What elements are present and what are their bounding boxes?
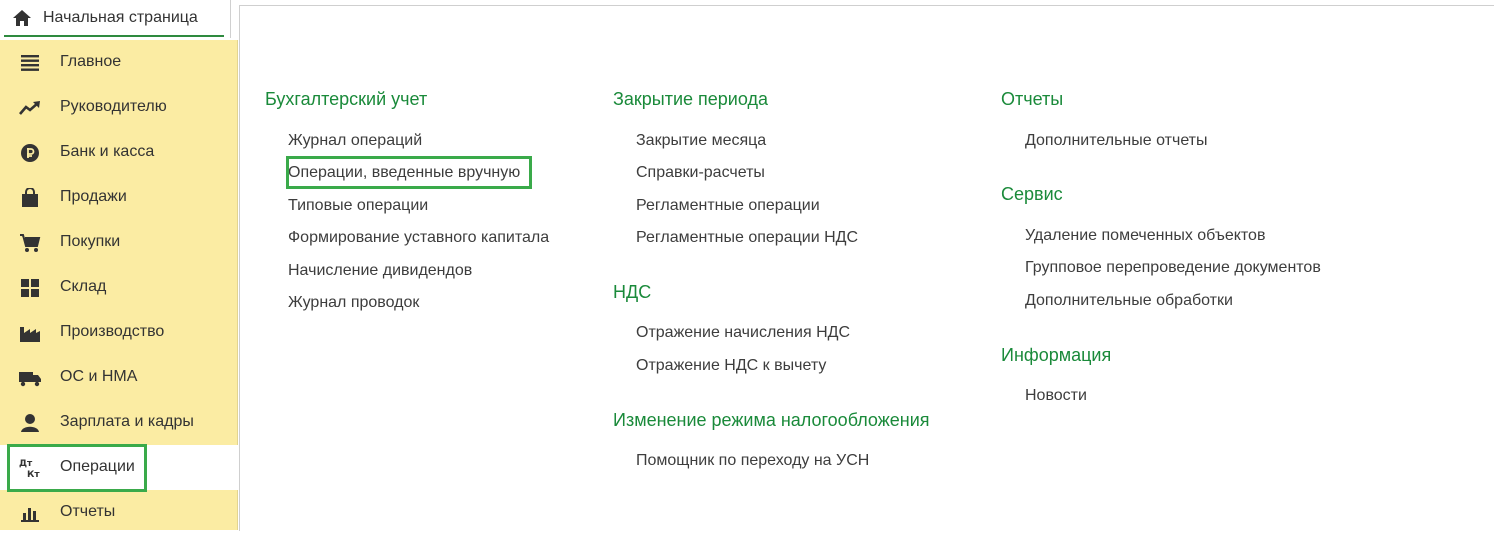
truck-icon xyxy=(18,366,42,390)
sidebar-item-manager[interactable]: Руководителю xyxy=(0,85,238,130)
menu-lines-icon xyxy=(18,51,42,75)
sidebar-item-warehouse[interactable]: Склад xyxy=(0,265,238,310)
sidebar-item-production[interactable]: Производство xyxy=(0,310,238,355)
link-standard-operations[interactable]: Типовые операции xyxy=(288,197,428,215)
sidebar-item-salary[interactable]: Зарплата и кадры xyxy=(0,400,238,445)
section-title-period-closing: Закрытие периода xyxy=(613,89,768,109)
section-title-accounting: Бухгалтерский учет xyxy=(265,89,428,109)
link-calculation-statements[interactable]: Справки-расчеты xyxy=(636,164,765,182)
link-vat-accrual[interactable]: Отражение начисления НДС xyxy=(636,324,850,342)
link-additional-processing[interactable]: Дополнительные обработки xyxy=(1025,292,1233,310)
section-title-vat: НДС xyxy=(613,282,652,302)
section-title-service: Сервис xyxy=(1001,184,1063,204)
section-title-information: Информация xyxy=(1001,345,1112,365)
cart-icon xyxy=(18,231,42,255)
sidebar-item-label: Отчеты xyxy=(60,503,116,520)
main-content: Бухгалтерский учет Журнал операций Опера… xyxy=(239,5,1494,531)
link-month-closing[interactable]: Закрытие месяца xyxy=(636,132,766,150)
sidebar-item-sales[interactable]: Продажи xyxy=(0,175,238,220)
link-usn-transition-wizard[interactable]: Помощник по переходу на УСН xyxy=(636,452,869,470)
link-authorized-capital[interactable]: Формирование уставного капитала xyxy=(288,229,549,247)
sidebar-item-bank[interactable]: Банк и касса xyxy=(0,130,238,175)
top-tab-bar: Начальная страница xyxy=(0,0,238,38)
sidebar-item-fixed-assets[interactable]: ОС и НМА xyxy=(0,355,238,400)
shopping-bag-icon xyxy=(18,186,42,210)
sidebar-item-label: Банк и касса xyxy=(60,143,155,160)
home-tab[interactable]: Начальная страница xyxy=(4,0,224,37)
home-icon xyxy=(11,7,33,29)
link-vat-deduction[interactable]: Отражение НДС к вычету xyxy=(636,357,826,375)
sidebar-item-main[interactable]: Главное xyxy=(0,40,238,85)
warehouse-grid-icon xyxy=(18,276,42,300)
sidebar: Главное Руководителю Банк и касса Продаж… xyxy=(0,40,238,530)
link-dividends[interactable]: Начисление дивидендов xyxy=(288,262,472,280)
link-delete-marked-objects[interactable]: Удаление помеченных объектов xyxy=(1025,227,1265,245)
section-title-tax-regime: Изменение режима налогообложения xyxy=(613,410,930,430)
link-routine-operations[interactable]: Регламентные операции xyxy=(636,197,820,215)
link-group-reposting[interactable]: Групповое перепроведение документов xyxy=(1025,259,1321,277)
link-routine-vat-operations[interactable]: Регламентные операции НДС xyxy=(636,229,858,247)
sidebar-item-label: Руководителю xyxy=(60,98,167,115)
factory-icon xyxy=(18,321,42,345)
dt-kt-icon-bottom: Кт xyxy=(27,470,40,480)
person-icon xyxy=(18,411,42,435)
dt-kt-icon: Дт Кт xyxy=(18,456,42,480)
link-news[interactable]: Новости xyxy=(1025,387,1087,405)
sidebar-item-label: ОС и НМА xyxy=(60,368,138,385)
sidebar-item-purchases[interactable]: Покупки xyxy=(0,220,238,265)
sidebar-item-operations[interactable]: Дт Кт Операции xyxy=(0,445,238,490)
sidebar-item-label: Зарплата и кадры xyxy=(60,413,194,430)
trend-up-icon xyxy=(18,96,42,120)
sidebar-item-label: Продажи xyxy=(60,188,127,205)
sidebar-item-label: Производство xyxy=(60,323,165,340)
sidebar-item-label: Главное xyxy=(60,53,122,70)
dt-kt-icon-top: Дт xyxy=(19,459,33,469)
home-tab-label: Начальная страница xyxy=(43,8,198,26)
sidebar-item-label: Операции xyxy=(60,458,135,475)
sidebar-item-reports[interactable]: Отчеты xyxy=(0,490,238,535)
tab-separator xyxy=(230,0,231,38)
sidebar-item-label: Покупки xyxy=(60,233,121,250)
sidebar-item-label: Склад xyxy=(60,278,107,295)
link-additional-reports[interactable]: Дополнительные отчеты xyxy=(1025,132,1208,150)
bar-chart-icon xyxy=(18,501,42,525)
manual-operations-highlight-frame xyxy=(286,156,532,189)
ruble-coin-icon xyxy=(18,141,42,165)
section-title-reports: Отчеты xyxy=(1001,89,1064,109)
link-entries-journal[interactable]: Журнал проводок xyxy=(288,294,419,312)
link-operations-journal[interactable]: Журнал операций xyxy=(288,132,422,150)
